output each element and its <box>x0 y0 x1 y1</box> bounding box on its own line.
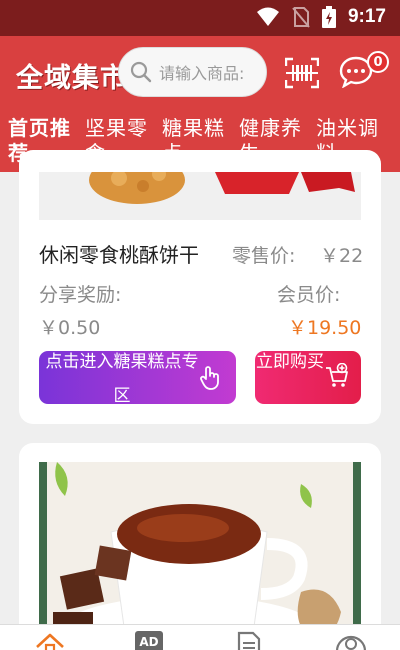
product-image[interactable] <box>39 172 361 220</box>
no-sim-icon <box>292 7 310 28</box>
buy-now-button[interactable]: 立即购买 <box>255 351 361 404</box>
clock: 9:17 <box>347 6 386 27</box>
app-logo: 全域集市 <box>16 63 128 94</box>
product-image[interactable] <box>39 462 361 650</box>
share-reward-value: ￥0.50 <box>39 317 101 339</box>
enter-category-label: 点击进入糖果糕点专区 <box>45 352 199 404</box>
tea-image <box>39 462 361 650</box>
search-input[interactable]: 请输入商品: <box>118 47 267 97</box>
wifi-icon <box>256 7 279 26</box>
app-header: 全域集市 请输入商品: 0 <box>0 36 400 112</box>
member-price-label: 会员价: <box>277 284 341 306</box>
cookie-image <box>89 172 355 204</box>
document-icon[interactable] <box>236 631 262 650</box>
product-card[interactable]: 休闲零食桃酥饼干 零售价: ￥22 分享奖励: ￥0.50 会员价: ￥19.5… <box>19 150 381 424</box>
ad-icon[interactable]: AD <box>135 631 163 650</box>
user-icon[interactable] <box>335 631 367 650</box>
search-placeholder: 请输入商品: <box>159 64 245 83</box>
member-price: ￥19.50 <box>288 317 362 339</box>
retail-price-label: 零售价: <box>232 245 296 267</box>
barcode-scan-icon[interactable] <box>285 57 319 89</box>
status-icons: 9:17 <box>256 6 386 28</box>
product-card[interactable] <box>19 443 381 650</box>
bottom-navigation: AD <box>0 624 400 650</box>
product-name: 休闲零食桃酥饼干 <box>39 243 199 267</box>
home-icon[interactable] <box>34 631 66 650</box>
search-icon <box>130 61 152 83</box>
enter-category-button[interactable]: 点击进入糖果糕点专区 <box>39 351 236 404</box>
buy-now-label: 立即购买 <box>256 352 324 372</box>
hand-pointer-icon <box>200 366 219 390</box>
cart-add-icon <box>326 363 348 387</box>
status-bar: 9:17 <box>0 0 400 36</box>
message-count-badge: 0 <box>367 51 389 73</box>
retail-price: ￥22 <box>320 245 364 267</box>
share-reward-label: 分享奖励: <box>39 284 122 306</box>
battery-icon <box>321 6 336 28</box>
